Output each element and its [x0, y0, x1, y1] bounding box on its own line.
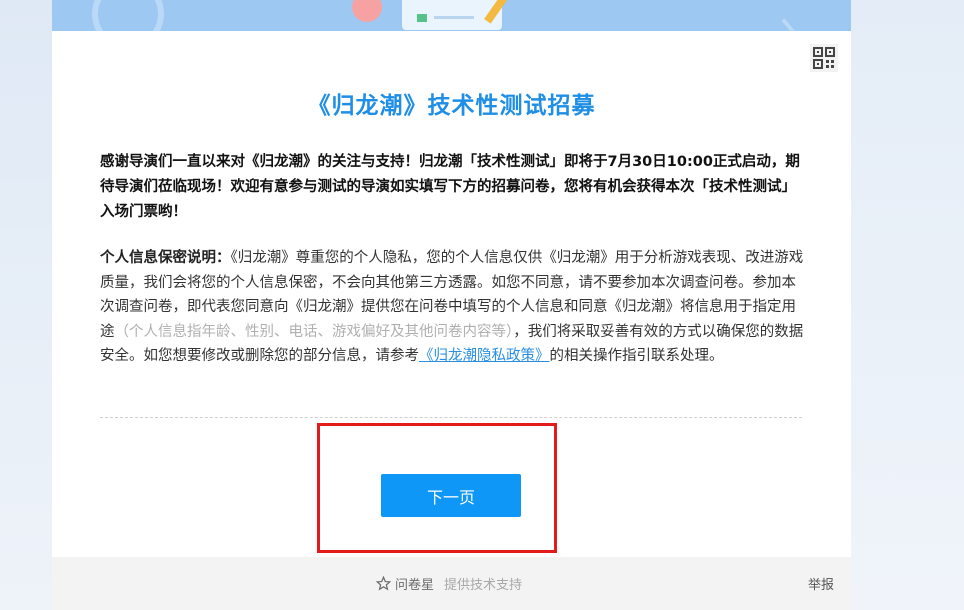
footer-brand-label: 问卷星	[395, 578, 435, 593]
survey-title: 《归龙潮》技术性测试招募	[307, 93, 596, 119]
qr-code-icon[interactable]	[809, 43, 839, 73]
section-divider	[100, 417, 802, 418]
privacy-notice: 个人信息保密说明：《归龙潮》尊重您的个人隐私，您的个人信息仅供《归龙潮》用于分析…	[100, 246, 805, 369]
report-link[interactable]: 举报	[808, 574, 834, 593]
privacy-policy-link[interactable]: 《归龙潮隐私政策》	[419, 348, 550, 364]
privacy-notice-muted-text: （个人信息指年龄、性别、电话、游戏偏好及其他问卷内容等）	[114, 323, 514, 340]
next-page-button[interactable]: 下一页	[381, 474, 521, 517]
page-background-right	[851, 0, 964, 610]
privacy-notice-heading: 个人信息保密说明：	[100, 250, 231, 266]
footer-support-text: 提供技术支持	[444, 578, 523, 593]
footer: 问卷星 提供技术支持	[52, 557, 851, 610]
header-banner-image	[52, 0, 851, 31]
footer-brand[interactable]: 问卷星 提供技术支持	[375, 574, 523, 593]
star-outline-icon	[375, 575, 392, 591]
privacy-notice-text-3: 的相关操作指引联系处理。	[549, 348, 724, 364]
survey-intro-text: 感谢导演们一直以来对《归龙潮》的关注与支持！归龙潮「技术性测试」即将于7月30日…	[100, 154, 800, 220]
page-background-left	[0, 0, 52, 610]
